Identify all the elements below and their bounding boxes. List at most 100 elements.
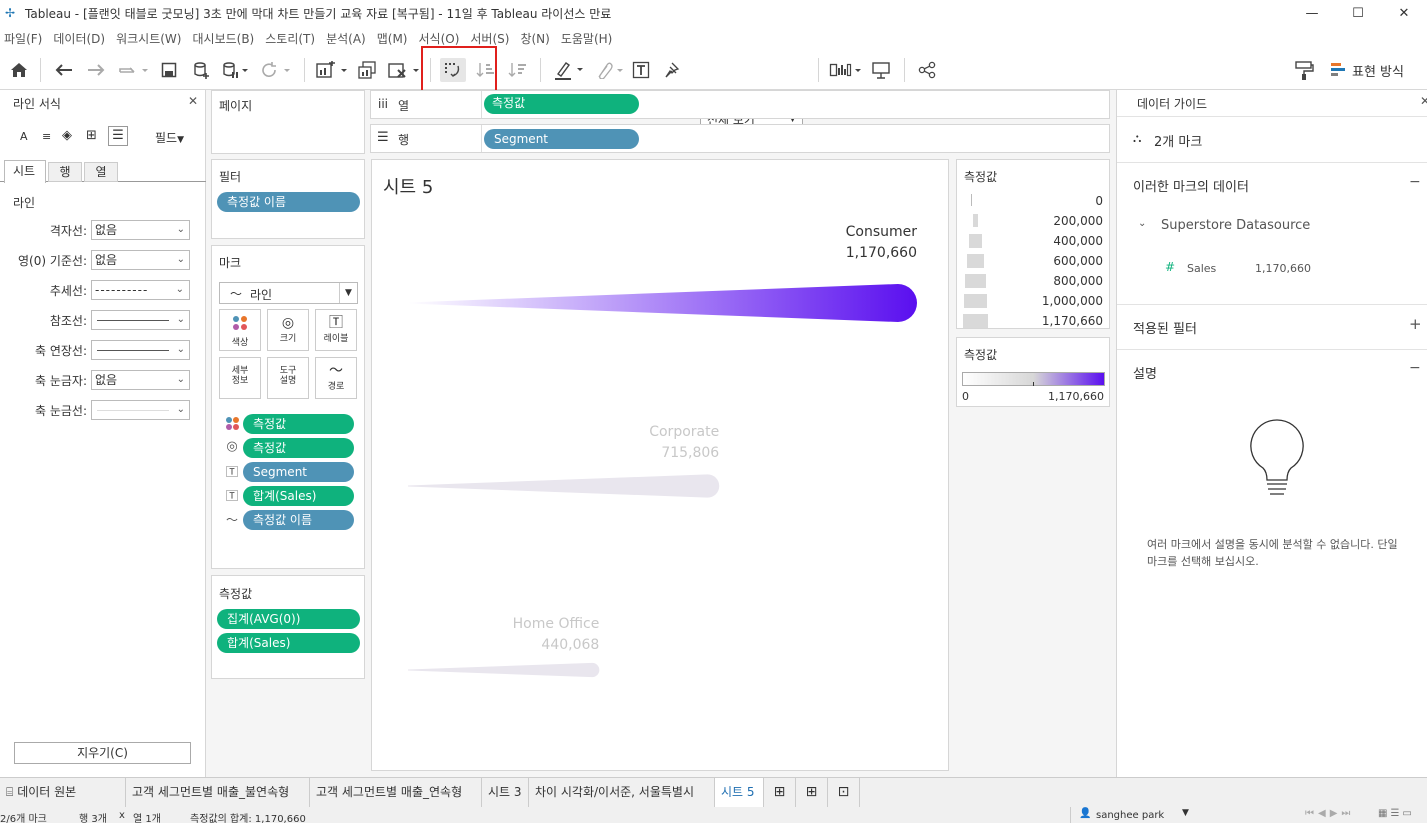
- sheet-navigation-icons[interactable]: ⏮◀▶⏭: [1305, 808, 1354, 819]
- menu-dashboard[interactable]: 대시보드(B): [188, 30, 261, 47]
- clear-sheet-icon[interactable]: [386, 58, 422, 82]
- measure-pill-sum-sales[interactable]: 합계(Sales): [217, 633, 360, 653]
- datasource-name[interactable]: Superstore Datasource: [1161, 218, 1310, 233]
- save-icon[interactable]: [158, 58, 180, 82]
- sort-descending-icon[interactable]: [506, 58, 528, 82]
- menu-analysis[interactable]: 분석(A): [322, 30, 373, 47]
- close-button[interactable]: ✕: [1381, 0, 1427, 26]
- new-worksheet-icon[interactable]: [314, 58, 350, 82]
- refresh-icon[interactable]: [258, 58, 294, 82]
- lines-format-icon[interactable]: ☰: [108, 126, 128, 146]
- duplicate-sheet-icon[interactable]: [356, 58, 378, 82]
- zero-lines-select[interactable]: 없음 ⌄: [91, 250, 190, 270]
- marks-title: 마크: [219, 256, 242, 270]
- clear-button[interactable]: 지우기(C): [14, 742, 191, 764]
- new-story-icon[interactable]: ⊡: [828, 778, 860, 807]
- borders-format-icon[interactable]: ⊞: [86, 128, 97, 143]
- fields-dropdown[interactable]: 필드▼: [155, 129, 184, 146]
- filters-card[interactable]: 필터 측정값 이름: [211, 159, 365, 239]
- rows-shelf[interactable]: ☰ 행 Segment: [370, 124, 1110, 153]
- tab-segment-sales-discrete[interactable]: 고객 세그먼트별 매출_불연속형: [126, 778, 310, 807]
- show-cards-icon[interactable]: [828, 58, 864, 82]
- line-style-preview: [97, 350, 169, 351]
- filter-pill-measure-names[interactable]: 측정값 이름: [217, 192, 360, 212]
- trend-lines-select[interactable]: ---------- ⌄: [91, 280, 190, 300]
- tab-segment-sales-continuous[interactable]: 고객 세그먼트별 매출_연속형: [310, 778, 482, 807]
- tab-sheet[interactable]: 시트: [4, 160, 46, 183]
- tab-rows[interactable]: 행: [48, 162, 82, 182]
- sheet-view-icons[interactable]: ▦☰▭: [1378, 808, 1415, 819]
- shading-format-icon[interactable]: ◈: [62, 128, 72, 143]
- close-icon[interactable]: ✕: [188, 94, 198, 108]
- format-painter-icon[interactable]: [1292, 58, 1316, 82]
- font-format-icon[interactable]: A: [20, 130, 28, 143]
- bar-home-office[interactable]: [408, 662, 600, 678]
- collapse-icon[interactable]: −: [1409, 360, 1421, 376]
- menu-data[interactable]: 데이터(D): [49, 30, 112, 47]
- reference-lines-select[interactable]: ⌄: [91, 310, 190, 330]
- minimize-button[interactable]: —: [1289, 0, 1335, 26]
- bar-corporate[interactable]: [408, 474, 720, 498]
- alignment-format-icon[interactable]: ≡: [42, 130, 51, 143]
- bar-consumer[interactable]: [408, 284, 917, 322]
- pages-card[interactable]: 페이지: [211, 90, 365, 154]
- label-button[interactable]: 🅃 레이블: [315, 309, 357, 351]
- new-datasource-icon[interactable]: [190, 58, 212, 82]
- marks-pill-size-measure-values[interactable]: 측정값: [243, 438, 354, 458]
- marks-pill-path-measure-names[interactable]: 측정값 이름: [243, 510, 354, 530]
- redo-icon[interactable]: [84, 58, 108, 82]
- menu-window[interactable]: 창(N): [516, 30, 556, 47]
- gridlines-select[interactable]: 없음 ⌄: [91, 220, 190, 240]
- chevron-down-icon[interactable]: ⌄: [1138, 218, 1146, 229]
- size-legend-swatch: [970, 194, 972, 206]
- expand-icon[interactable]: +: [1409, 315, 1422, 333]
- home-icon[interactable]: [8, 58, 30, 82]
- presentation-mode-icon[interactable]: [870, 58, 892, 82]
- tab-difference-viz[interactable]: 차이 시각화/이서준, 서울특별시: [529, 778, 715, 807]
- mark-type-dropdown[interactable]: 〜 라인 ▼: [219, 282, 358, 304]
- group-members-icon[interactable]: [592, 58, 626, 82]
- axis-extension-select[interactable]: ⌄: [91, 340, 190, 360]
- rows-pill-segment[interactable]: Segment: [484, 129, 639, 149]
- reference-lines-label: 참조선:: [49, 314, 87, 328]
- path-button[interactable]: 〜 경로: [315, 357, 357, 399]
- menu-file[interactable]: 파일(F): [0, 30, 49, 47]
- user-menu[interactable]: 👤 sanghee park ▼: [1070, 807, 1196, 823]
- menu-help[interactable]: 도움말(H): [557, 30, 620, 47]
- axis-ticks-select[interactable]: ⌄: [91, 400, 190, 420]
- new-worksheet-icon[interactable]: ⊞: [764, 778, 796, 807]
- show-labels-icon[interactable]: [630, 58, 652, 82]
- datasource-pause-icon[interactable]: [220, 58, 250, 82]
- tab-columns[interactable]: 열: [84, 162, 118, 182]
- redo-split-icon[interactable]: [116, 58, 150, 82]
- columns-shelf[interactable]: iii 열 측정값: [370, 90, 1110, 119]
- close-icon[interactable]: ✕: [1420, 94, 1427, 108]
- axis-rulers-select[interactable]: 없음 ⌄: [91, 370, 190, 390]
- tab-data-source[interactable]: ⌸ 데이터 원본: [0, 778, 126, 807]
- label-icon: 🅃: [225, 465, 238, 479]
- marks-pill-label-sum-sales[interactable]: 합계(Sales): [243, 486, 354, 506]
- measure-pill-avg-zero[interactable]: 집계(AVG(0)): [217, 609, 360, 629]
- maximize-button[interactable]: ☐: [1335, 0, 1381, 26]
- highlight-icon[interactable]: [552, 58, 586, 82]
- marks-pill-color-measure-values[interactable]: 측정값: [243, 414, 354, 434]
- size-button[interactable]: ◎ 크기: [267, 309, 309, 351]
- menu-story[interactable]: 스토리(T): [261, 30, 322, 47]
- menu-map[interactable]: 맵(M): [373, 30, 415, 47]
- pin-icon[interactable]: [662, 58, 684, 82]
- share-icon[interactable]: [916, 58, 938, 82]
- tooltip-button[interactable]: 도구 설명: [267, 357, 309, 399]
- show-me-button[interactable]: 표현 방식: [1330, 58, 1416, 82]
- menu-worksheet[interactable]: 워크시트(W): [112, 30, 188, 47]
- new-dashboard-icon[interactable]: ⊞: [796, 778, 828, 807]
- color-button[interactable]: 색상: [219, 309, 261, 351]
- collapse-icon[interactable]: −: [1409, 174, 1421, 190]
- menu-format[interactable]: 서식(O): [415, 30, 467, 47]
- columns-pill-measure-values[interactable]: 측정값: [484, 94, 639, 114]
- undo-icon[interactable]: [52, 58, 76, 82]
- detail-button[interactable]: 세부 정보: [219, 357, 261, 399]
- tab-sheet-3[interactable]: 시트 3: [482, 778, 529, 807]
- tab-sheet-5[interactable]: 시트 5: [715, 778, 764, 807]
- marks-pill-label-segment[interactable]: Segment: [243, 462, 354, 482]
- menu-server[interactable]: 서버(S): [466, 30, 516, 47]
